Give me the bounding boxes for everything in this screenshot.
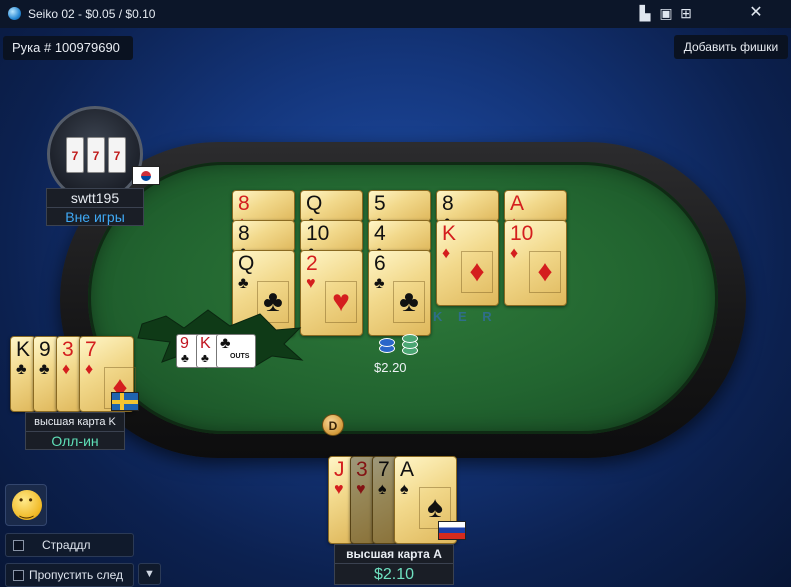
- card-rank: 7: [378, 458, 390, 481]
- card-suit-icon: ♥: [325, 281, 357, 323]
- grid-icon[interactable]: ⊞: [678, 5, 694, 21]
- player-status: Олл-ин: [51, 433, 99, 449]
- card-suit-icon: ♥: [334, 481, 344, 498]
- playing-card: 8♦: [232, 190, 295, 232]
- card-rank: 8: [238, 222, 250, 245]
- outs-label: OUTS: [230, 353, 250, 360]
- card-rank: K: [16, 338, 31, 361]
- playing-card: K ♦ ♦: [436, 220, 499, 306]
- card-rank: 6: [374, 252, 386, 275]
- pot-amount: $2.20: [374, 360, 407, 375]
- playing-card: 5♣: [368, 190, 431, 232]
- playing-card: 8♣: [232, 220, 295, 262]
- hero-nameplate[interactable]: высшая карта А $2.10: [334, 544, 454, 585]
- card-suit-icon: ♥: [306, 275, 316, 292]
- player-nameplate-left[interactable]: высшая карта K Олл-ин: [25, 412, 125, 450]
- card-suit-icon: ♣: [181, 351, 189, 365]
- card-rank: 4: [374, 222, 386, 245]
- window-title: Seiko 02 - $0.05 / $0.10: [28, 7, 156, 21]
- card-suit-icon: ♣: [238, 275, 249, 292]
- card-suit-icon: ♣: [393, 281, 425, 323]
- card-suit-icon: ♥: [356, 481, 366, 498]
- slot-reel-3: 7: [108, 137, 126, 173]
- title-bar: Seiko 02 - $0.05 / $0.10 ▙ ▣ ⊞ ✕: [0, 0, 791, 28]
- playing-card: 4♣: [368, 220, 431, 262]
- card-rank: Q: [238, 252, 255, 275]
- skip-next-option[interactable]: Пропустить след: [5, 563, 134, 587]
- chip-icon: [379, 338, 395, 347]
- skip-next-label: Пропустить след: [29, 568, 124, 582]
- card-suit-icon: ♦: [442, 245, 451, 262]
- hand-strength-label: высшая карта K: [26, 413, 124, 432]
- card-rank: ♣: [220, 335, 231, 352]
- card-rank: 3: [356, 458, 368, 481]
- playing-card: 2 ♥ ♥: [300, 250, 363, 336]
- flag-korea-icon: [132, 166, 160, 185]
- slot-reel-2: 7: [87, 137, 105, 173]
- dealer-button: D: [322, 414, 344, 436]
- hero-stack: $2.10: [373, 566, 415, 583]
- card-rank: 8: [238, 192, 250, 215]
- player-status: Вне игры: [65, 209, 125, 225]
- playing-card: 10♣: [300, 220, 363, 262]
- emoji-button[interactable]: [5, 484, 47, 526]
- card-suit-icon: ♣: [374, 275, 385, 292]
- playing-card: 6 ♣ ♣: [368, 250, 431, 336]
- straddle-checkbox[interactable]: [13, 540, 24, 551]
- playing-card: 8♣: [436, 190, 499, 232]
- card-rank: 2: [306, 252, 318, 275]
- card-suit-icon: ♠: [400, 481, 409, 498]
- app-logo-icon: [8, 7, 21, 20]
- playing-card: Q♣: [300, 190, 363, 232]
- player-nameplate-top-left[interactable]: swtt195 Вне игры: [46, 188, 144, 226]
- card-suit-icon: ♦: [62, 361, 71, 378]
- chevron-down-icon[interactable]: ▼: [138, 563, 161, 585]
- card-suit-icon: ♦: [461, 251, 493, 293]
- card-rank: A: [400, 458, 415, 481]
- felt-logo: K E R: [433, 309, 498, 324]
- card-suit-icon: ♣: [39, 361, 50, 378]
- chip-icon: [402, 334, 418, 343]
- card-suit-icon: ♦: [529, 251, 561, 293]
- hand-strength-label: высшая карта А: [335, 545, 453, 564]
- card-rank: 8: [442, 192, 454, 215]
- card-suit-icon: ♣: [201, 351, 209, 365]
- card-rank: Q: [306, 192, 323, 215]
- close-icon[interactable]: ✕: [748, 5, 764, 21]
- flag-sweden-icon: [111, 392, 139, 411]
- lobby-icon[interactable]: ▣: [658, 5, 674, 21]
- playing-card: A♦: [504, 190, 567, 232]
- playing-card: 10 ♦ ♦: [504, 220, 567, 306]
- smiley-icon: [12, 490, 42, 520]
- card-rank: 7: [85, 338, 97, 361]
- outs-card: ♣: [216, 334, 256, 368]
- hand-number: Рука # 100979690: [3, 36, 133, 60]
- card-suit-icon: ♠: [378, 481, 387, 498]
- slot-reel-1: 7: [66, 137, 84, 173]
- straddle-option[interactable]: Страддл: [5, 533, 134, 557]
- card-rank: 5: [374, 192, 386, 215]
- skip-next-checkbox[interactable]: [13, 570, 24, 581]
- card-rank: 9: [39, 338, 51, 361]
- straddle-label: Страддл: [42, 538, 91, 552]
- flag-russia-icon: [438, 521, 466, 540]
- player-name: swtt195: [47, 189, 143, 208]
- card-rank: 10: [306, 222, 330, 245]
- layout-icon[interactable]: ▙: [637, 5, 653, 21]
- card-suit-icon: ♦: [510, 245, 519, 262]
- card-suit-icon: ♦: [85, 361, 94, 378]
- card-rank: J: [334, 458, 345, 481]
- add-chips-button[interactable]: Добавить фишки: [674, 35, 788, 59]
- card-rank: K: [442, 222, 457, 245]
- card-rank: A: [510, 192, 525, 215]
- card-rank: 3: [62, 338, 74, 361]
- card-suit-icon: ♣: [16, 361, 27, 378]
- card-rank: 10: [510, 222, 534, 245]
